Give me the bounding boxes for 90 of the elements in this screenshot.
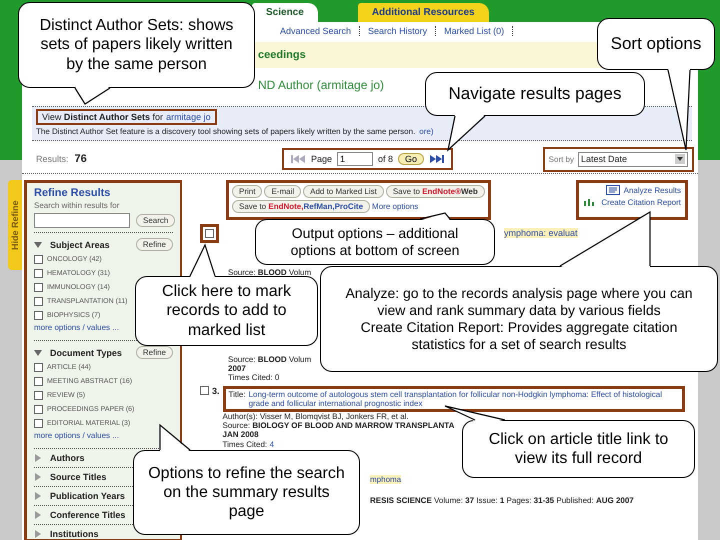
search-button[interactable]: Search: [136, 214, 176, 227]
section-title[interactable]: Source Titles: [50, 472, 106, 482]
results-count: 76: [74, 153, 87, 165]
title-label: Title:: [228, 390, 246, 401]
section-title[interactable]: Institutions: [50, 529, 98, 539]
tab[interactable]: Science: [252, 3, 318, 22]
list-icon: [606, 185, 620, 195]
refine-button[interactable]: Refine: [136, 346, 173, 359]
title-link[interactable]: mphoma: [370, 475, 402, 484]
record-source: Source: BLOOD Volum: [228, 355, 312, 364]
save-desktop-button[interactable]: Save to EndNote,RefMan,ProCite: [232, 200, 370, 213]
record-checkbox[interactable]: [200, 386, 209, 395]
record-date: 2007: [228, 364, 247, 373]
nav-link[interactable]: Marked List (0): [436, 26, 514, 36]
checkbox[interactable]: [34, 404, 43, 414]
expand-arrow-icon[interactable]: [34, 530, 42, 538]
record-source: Source: BLOOD Volum: [228, 268, 312, 277]
record-source: RESIS SCIENCE Volume: 37 Issue: 1 Pages: 31-35 Published: AUG 2007: [370, 496, 634, 505]
section-title[interactable]: Publication Years: [50, 491, 125, 501]
search-query-title: ND Author (armitage jo): [258, 78, 384, 92]
callout: Options to refine the search on the summary results page: [133, 450, 360, 535]
next-page-icon[interactable]: [429, 154, 446, 164]
hide-refine-tab[interactable]: Hide Refine: [8, 180, 22, 270]
callout-pointer: [447, 114, 486, 152]
sort-label: Sort by: [548, 154, 574, 164]
checkbox[interactable]: [34, 310, 43, 320]
caret-icon: [675, 154, 685, 164]
callout: Sort options: [597, 18, 715, 70]
record-date: JAN 2008: [222, 430, 259, 439]
nav-link[interactable]: Advanced Search: [272, 26, 360, 36]
callout-pointer: [420, 212, 450, 220]
callout: Distinct Author Sets: shows sets of papers likely written by the same person: [18, 2, 255, 88]
analysis-link[interactable]: Create Citation Report: [601, 198, 681, 206]
record-source: Source: BIOLOGY OF BLOOD AND MARROW TRANSPLANTA: [222, 421, 454, 430]
record-authors: Author(s): Visser M, Blomqvist BJ, Jonkers FR, et al.: [222, 412, 409, 421]
banner-text: ceedings: [258, 49, 306, 61]
section-title[interactable]: Subject Areas: [50, 240, 110, 250]
record-checkbox[interactable]: [205, 228, 214, 238]
callout-pointer: [444, 405, 506, 422]
expand-arrow-icon[interactable]: [34, 492, 42, 500]
search-within-label: Search within results for: [34, 201, 120, 210]
expand-arrow-icon[interactable]: [34, 473, 42, 481]
expand-arrow-icon[interactable]: [34, 240, 42, 248]
checkbox[interactable]: [34, 268, 43, 278]
times-cited-label: Times Cited:: [222, 440, 268, 449]
checkbox[interactable]: [34, 282, 43, 292]
title-link[interactable]: ymphoma: evaluat: [504, 228, 578, 238]
checkbox[interactable]: [34, 376, 43, 386]
analysis-link[interactable]: Analyze Results: [624, 186, 681, 194]
section-title[interactable]: Document Types: [50, 348, 122, 358]
tab[interactable]: Additional Resources: [358, 3, 489, 22]
page-label: Page: [311, 154, 332, 164]
go-button[interactable]: Go: [398, 153, 424, 165]
distinct-author-description: The Distinct Author Set feature is a discovery tool showing sets of papers likely written by the same person.: [36, 127, 416, 136]
expand-arrow-icon[interactable]: [34, 454, 42, 462]
record-number: 3.: [212, 386, 220, 396]
nav-link[interactable]: Search History: [360, 26, 436, 36]
times-cited: Times Cited: 0: [228, 373, 280, 382]
output-button[interactable]: Add to Marked List: [303, 185, 384, 198]
sort-dropdown[interactable]: Latest Date: [578, 152, 688, 166]
expand-arrow-icon[interactable]: [34, 348, 42, 356]
expand-arrow-icon[interactable]: [34, 511, 42, 519]
save-web-button[interactable]: Save to EndNote®Web: [386, 185, 485, 198]
title-link[interactable]: Long-term outcome of autologous stem cell transplantation for follicular non-Hodgkin lymphoma: Effect of histological grade and follicular international prognostic index: [248, 390, 679, 408]
checkbox[interactable]: [34, 418, 43, 428]
output-button[interactable]: E-mail: [264, 185, 302, 198]
checkbox[interactable]: [34, 296, 43, 306]
callout-pointer: [159, 424, 190, 452]
output-button[interactable]: Print: [232, 185, 262, 198]
more-options-link[interactable]: More options: [372, 202, 418, 211]
checkbox[interactable]: [34, 362, 43, 372]
checkbox[interactable]: [34, 254, 43, 264]
results-label: Results:: [36, 154, 69, 164]
more-options-link[interactable]: more options / values ...: [34, 431, 119, 440]
refine-title: Refine Results: [34, 187, 112, 199]
author-link[interactable]: armitage jo: [166, 112, 211, 122]
page-number-field[interactable]: 1: [337, 152, 374, 166]
callout-pointer: [74, 86, 110, 105]
callout: Click here to mark records to add to marked list: [135, 276, 318, 346]
more-options-link[interactable]: more options / values ...: [34, 323, 119, 332]
checkbox[interactable]: [34, 390, 43, 400]
more-link[interactable]: ore): [419, 127, 434, 136]
page-total: of 8: [378, 154, 394, 164]
distinct-author-text: View Distinct Author Sets for: [42, 112, 164, 122]
search-within-field[interactable]: [34, 213, 130, 228]
section-title[interactable]: Conference Titles: [50, 510, 126, 520]
section-title[interactable]: Authors: [50, 453, 84, 463]
callout-pointer: [189, 243, 216, 278]
refine-button[interactable]: Refine: [136, 238, 173, 251]
times-cited-link[interactable]: 4: [270, 440, 274, 449]
